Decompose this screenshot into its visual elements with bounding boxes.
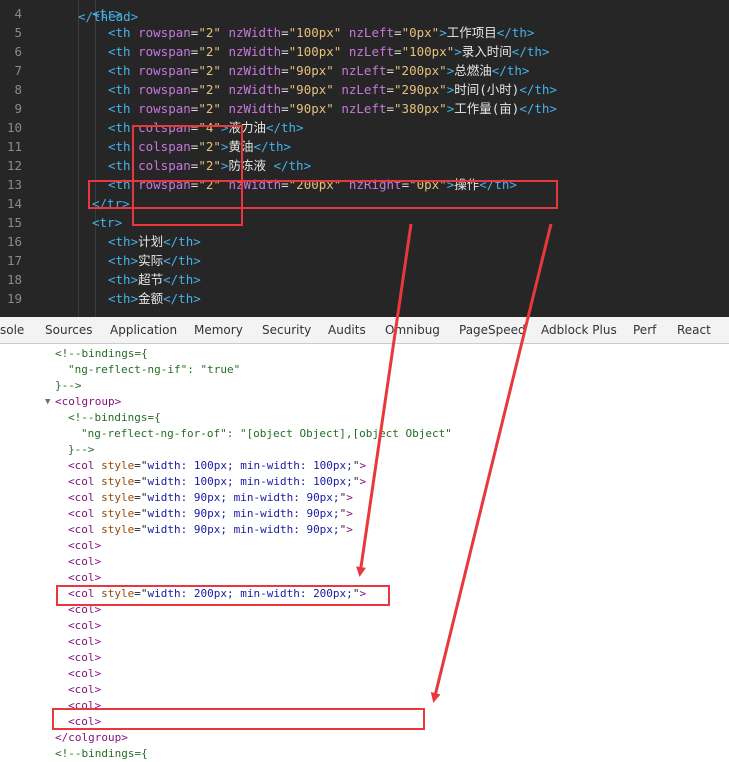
dom-col[interactable]: <col style="width: 100px; min-width: 100… [68, 458, 366, 474]
line-number: 4 [14, 6, 22, 21]
devtools-tab-memory[interactable]: Memory [194, 317, 243, 343]
code-text: <th>金额</th> [108, 291, 201, 306]
code-text: <th>实际</th> [108, 253, 201, 268]
code-line[interactable]: 18 <th>超节</th> [0, 270, 729, 289]
dom-tag[interactable]: </colgroup> [55, 730, 128, 746]
devtools-tab-sole[interactable]: sole [0, 317, 24, 343]
line-number: 5 [14, 25, 22, 40]
dom-col[interactable]: <col> [68, 666, 101, 682]
code-line[interactable]: 19 <th>金额</th> [0, 289, 729, 308]
code-text: <th rowspan="2" nzWidth="90px" nzLeft="3… [108, 101, 557, 116]
code-text: <th>超节</th> [108, 272, 201, 287]
line-number: 19 [6, 291, 22, 306]
line-number: 12 [6, 158, 22, 173]
line-number: 7 [14, 63, 22, 78]
dom-col[interactable]: <col> [68, 682, 101, 698]
dom-tag[interactable]: ▼ <colgroup> [45, 394, 121, 410]
dom-col[interactable]: <col> [68, 538, 101, 554]
devtools-tab-adblock-plus[interactable]: Adblock Plus [541, 317, 617, 343]
dom-col[interactable]: <col style="width: 90px; min-width: 90px… [68, 506, 353, 522]
annotation-box-action-th [88, 180, 558, 209]
dom-col[interactable]: <col> [68, 634, 101, 650]
dom-col[interactable]: <col> [68, 570, 101, 586]
dom-comment[interactable]: <!--bindings={ [55, 746, 148, 762]
annotation-box-empty-col [52, 708, 425, 730]
line-number: 18 [6, 272, 22, 287]
code-line[interactable]: 8 <th rowspan="2" nzWidth="90px" nzLeft="… [0, 80, 729, 99]
line-number: 16 [6, 234, 22, 249]
code-text: <th rowspan="2" nzWidth="100px" nzLeft="… [108, 44, 550, 59]
devtools-tab-security[interactable]: Security [262, 317, 311, 343]
devtools-tab-application[interactable]: Application [110, 317, 177, 343]
code-line[interactable]: 12 <th colspan="2">防冻液 </th> [0, 156, 729, 175]
dom-comment[interactable]: }--> [68, 442, 95, 458]
devtools-tab-pagespeed[interactable]: PageSpeed [459, 317, 526, 343]
code-line[interactable]: 7 <th rowspan="2" nzWidth="90px" nzLeft="… [0, 61, 729, 80]
dom-col[interactable]: <col> [68, 650, 101, 666]
code-text: <th rowspan="2" nzWidth="90px" nzLeft="2… [108, 82, 557, 97]
code-line[interactable]: 17 <th>实际</th> [0, 251, 729, 270]
dom-comment[interactable]: <!--bindings={ [55, 346, 148, 362]
code-line[interactable]: 10 <th colspan="4">液力油</th> [0, 118, 729, 137]
dom-col[interactable]: <col style="width: 90px; min-width: 90px… [68, 522, 353, 538]
dom-comment[interactable]: "ng-reflect-ng-for-of": "[object Object]… [81, 426, 452, 442]
code-text: <tr> [92, 6, 123, 21]
expand-triangle-icon[interactable]: ▼ [45, 394, 50, 410]
line-number: 17 [6, 253, 22, 268]
annotation-box-colspan [132, 125, 243, 226]
line-number: 8 [14, 82, 22, 97]
devtools-tab-react[interactable]: React [677, 317, 711, 343]
dom-comment[interactable]: "ng-reflect-ng-if": "true" [68, 362, 240, 378]
code-line[interactable]: 11 <th colspan="2">黄油</th> [0, 137, 729, 156]
devtools-tab-sources[interactable]: Sources [45, 317, 92, 343]
annotation-box-col-200px [56, 585, 390, 606]
dom-col[interactable]: <col style="width: 100px; min-width: 100… [68, 474, 366, 490]
line-number: 15 [6, 215, 22, 230]
line-number: 14 [6, 196, 22, 211]
code-line[interactable]: 5 <th rowspan="2" nzWidth="100px" nzLeft=… [0, 23, 729, 42]
devtools-tab-audits[interactable]: Audits [328, 317, 366, 343]
dom-comment[interactable]: <!--bindings={ [68, 410, 161, 426]
line-number: 9 [14, 101, 22, 116]
code-line[interactable]: 6 <th rowspan="2" nzWidth="100px" nzLeft=… [0, 42, 729, 61]
line-number: 6 [14, 44, 22, 59]
devtools-tab-bar: sole Sources Application Memory Security Audi… [0, 317, 729, 344]
dom-col[interactable]: <col> [68, 554, 101, 570]
code-line[interactable]: 15 <tr> [0, 213, 729, 232]
dom-comment[interactable]: }--> [55, 378, 82, 394]
line-number: 13 [6, 177, 22, 192]
dom-col[interactable]: <col> [68, 618, 101, 634]
code-text: <th rowspan="2" nzWidth="90px" nzLeft="2… [108, 63, 530, 78]
code-line[interactable]: 4 <tr> [0, 4, 729, 23]
elements-panel[interactable]: <!--bindings={"ng-reflect-ng-if": "true"… [0, 344, 729, 762]
line-number: 11 [6, 139, 22, 154]
code-text: <th rowspan="2" nzWidth="100px" nzLeft="… [108, 25, 535, 40]
code-line[interactable]: 9 <th rowspan="2" nzWidth="90px" nzLeft="… [0, 99, 729, 118]
code-text: <th>计划</th> [108, 234, 201, 249]
dom-col[interactable]: <col style="width: 90px; min-width: 90px… [68, 490, 353, 506]
devtools-tab-omnibug[interactable]: Omnibug [385, 317, 440, 343]
code-editor[interactable]: </thead> 4 <tr> 5 <th rowspan="2" nzWidth="… [0, 0, 729, 317]
line-number: 10 [6, 120, 22, 135]
code-line[interactable]: 16 <th>计划</th> [0, 232, 729, 251]
code-text: <tr> [92, 215, 123, 230]
devtools-tab-perf[interactable]: Perf [633, 317, 656, 343]
